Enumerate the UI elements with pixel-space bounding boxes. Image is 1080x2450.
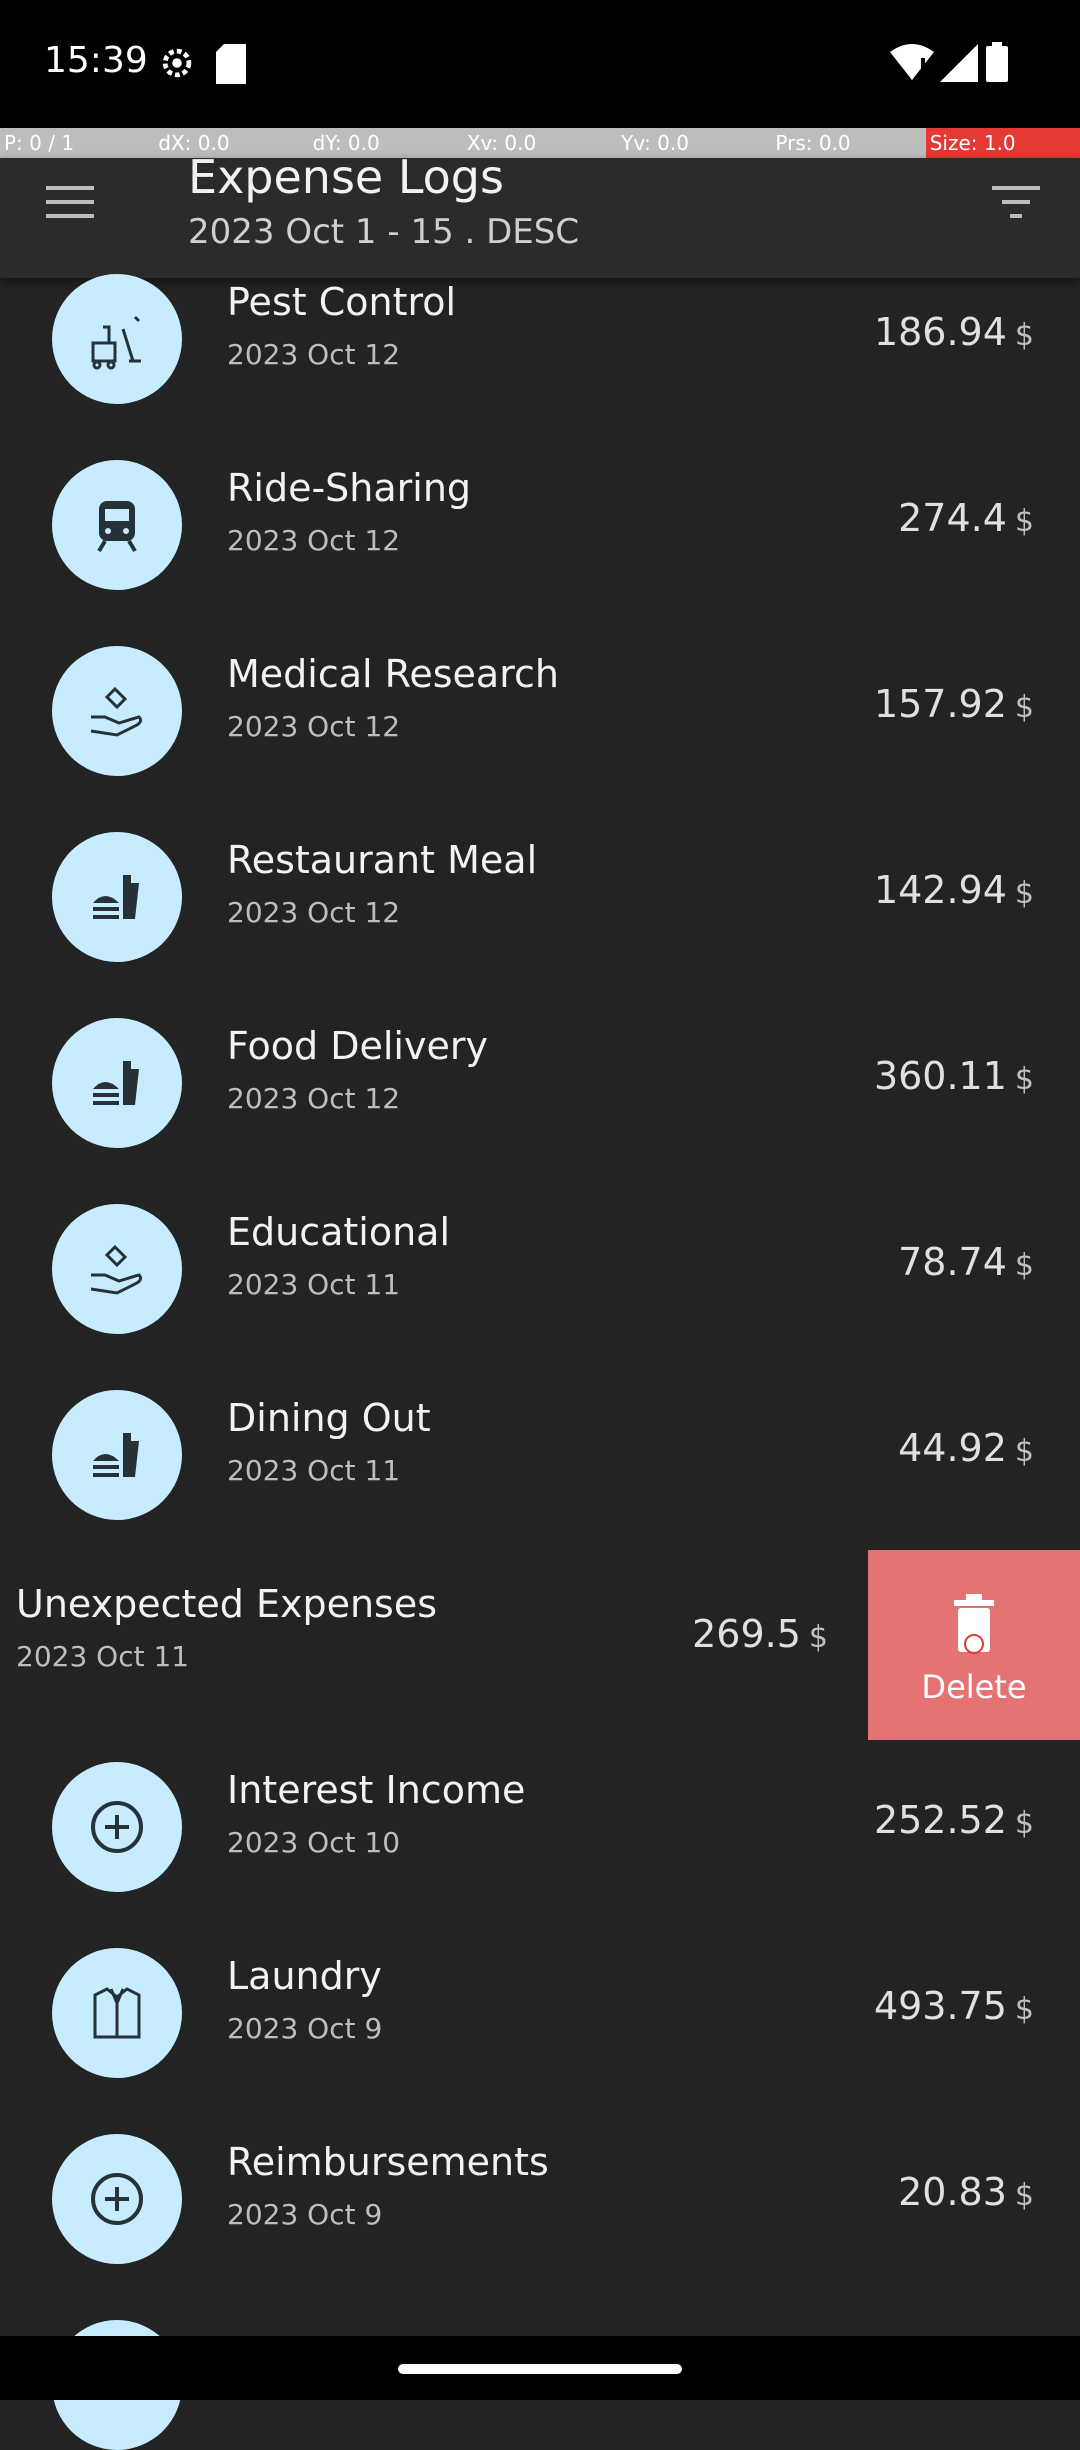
expense-amount: 157.92 $ [874,682,1034,726]
cleaning-icon [52,274,182,404]
currency-symbol: $ [1014,1992,1034,2027]
currency-symbol: $ [1014,504,1034,539]
fastfood-icon [52,1018,182,1148]
delete-label: Delete [921,1668,1027,1706]
expense-amount: 44.92 $ [898,1426,1034,1470]
settings-icon [158,44,196,82]
train-icon [52,460,182,590]
status-time: 15:39 [44,40,148,81]
amount-value: 20.83 [898,2170,1007,2214]
currency-symbol: $ [808,1620,828,1655]
expense-date: 2023 Oct 9 [227,2012,383,2045]
expense-date: 2023 Oct 11 [227,1454,401,1487]
expense-title: Dining Out [227,1396,431,1440]
amount-value: 274.4 [898,496,1007,540]
fastfood-icon [52,832,182,962]
amount-value: 142.94 [873,868,1007,912]
expense-date: 2023 Oct 12 [227,338,401,371]
pointer-debug-bar: P: 0 / 1 dX: 0.0 dY: 0.0 Xv: 0.0 Yv: 0.0… [0,128,1080,158]
expense-date: 2023 Oct 11 [16,1640,190,1673]
sd-card-icon [216,44,246,84]
expense-title: Pest Control [227,280,457,324]
add-circle-icon [52,2134,182,2264]
expense-title: Interest Income [227,1768,526,1812]
currency-symbol: $ [1014,876,1034,911]
expense-title: Medical Research [227,652,559,696]
expense-amount: 274.4 $ [898,496,1034,540]
currency-symbol: $ [1014,690,1034,725]
expense-title: Ride-Sharing [227,466,472,510]
expense-title: Reimbursements [227,2140,549,2184]
expense-amount: 20.83 $ [898,2170,1034,2214]
amount-value: 252.52 [873,1798,1007,1842]
expense-title: Restaurant Meal [227,838,538,882]
hamburger-menu-icon[interactable] [46,180,100,224]
expense-amount: 360.11 $ [874,1054,1034,1098]
expense-amount: 78.74 $ [898,1240,1034,1284]
battery-icon [986,42,1008,82]
debug-yv: Yv: 0.0 [621,131,689,155]
amount-value: 360.11 [873,1054,1007,1098]
donation-hand-icon [52,646,182,776]
currency-symbol: $ [1014,1248,1034,1283]
expense-title: Educational [227,1210,451,1254]
amount-value: 186.94 [873,310,1007,354]
filter-icon[interactable] [992,182,1040,222]
page-title: Expense Logs [188,150,504,204]
amount-value: 44.92 [898,1426,1007,1470]
expense-amount: 252.52 $ [874,1798,1034,1842]
expense-title: Food Delivery [227,1024,488,1068]
currency-symbol: $ [1014,1806,1034,1841]
debug-size: Size: 1.0 [925,128,1080,158]
currency-symbol: $ [1014,1062,1034,1097]
wifi-icon [890,44,934,80]
fastfood-icon [52,1390,182,1520]
expense-date: 2023 Oct 10 [227,1826,401,1859]
donation-hand-icon [52,1204,182,1334]
shirt-icon [52,1948,182,2078]
expense-date: 2023 Oct 12 [227,896,401,929]
amount-value: 78.74 [898,1240,1007,1284]
expense-date: 2023 Oct 12 [227,710,401,743]
expense-title: Unexpected Expenses [16,1582,438,1626]
amount-value: 493.75 [873,1984,1007,2028]
amount-value: 269.5 [692,1612,801,1656]
debug-pressure: Prs: 0.0 [775,131,851,155]
expense-amount: 186.94 $ [874,310,1034,354]
trash-icon [952,1594,996,1654]
add-circle-icon [52,1762,182,1892]
expense-date: 2023 Oct 9 [227,2198,383,2231]
debug-pointers: P: 0 / 1 [4,131,75,155]
currency-symbol: $ [1014,2178,1034,2213]
expense-title: Laundry [227,1954,382,1998]
expense-amount: 142.94 $ [874,868,1034,912]
amount-value: 157.92 [873,682,1007,726]
currency-symbol: $ [1014,318,1034,353]
expense-amount: 493.75 $ [874,1984,1034,2028]
expense-amount: 269.5 $ [692,1612,828,1656]
currency-symbol: $ [1014,1434,1034,1469]
expense-date: 2023 Oct 12 [227,1082,401,1115]
expense-date: 2023 Oct 12 [227,524,401,557]
cell-signal-icon [940,44,978,82]
expense-date: 2023 Oct 11 [227,1268,401,1301]
home-gesture-handle[interactable] [398,2364,682,2374]
